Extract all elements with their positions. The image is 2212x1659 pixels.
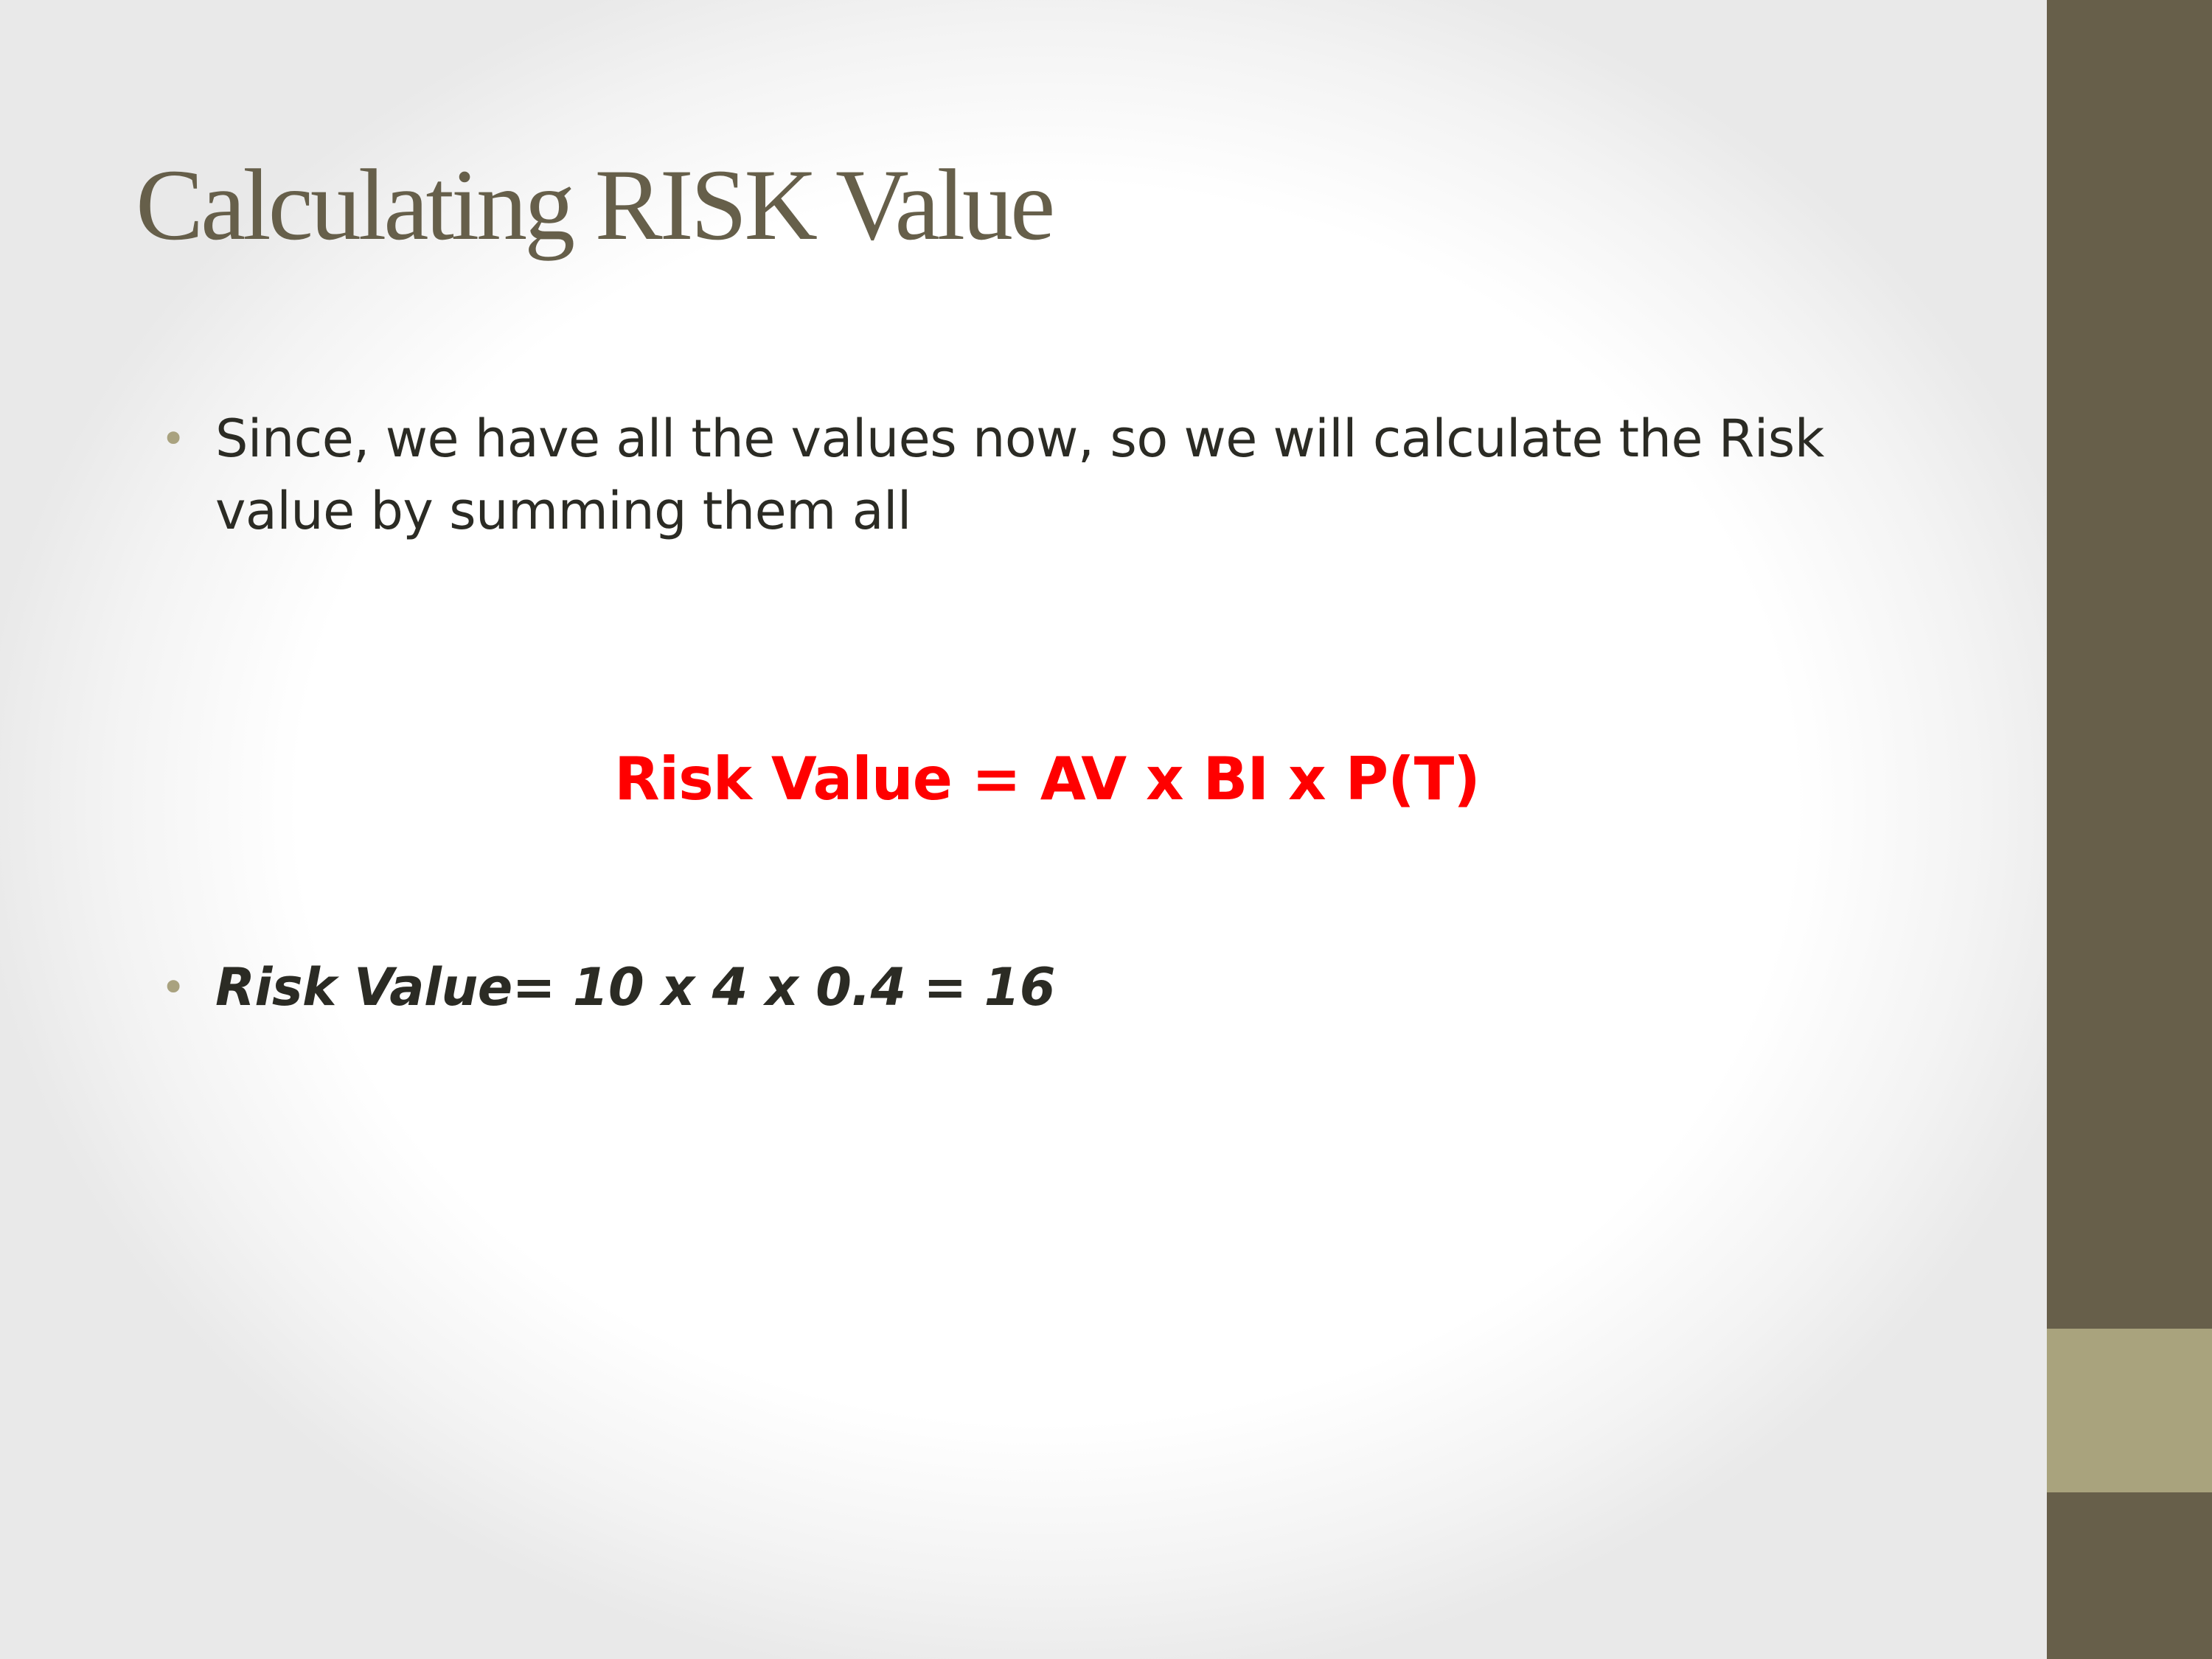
bullet-dot-icon: • bbox=[161, 414, 187, 464]
decorative-sidebar-accent bbox=[2047, 1329, 2212, 1492]
bullet-item: • Since, we have all the values now, so … bbox=[161, 403, 1975, 547]
bullet-item: • Risk Value= 10 x 4 x 0.4 = 16 bbox=[161, 951, 1056, 1023]
bullet-dot-icon: • bbox=[161, 962, 187, 1012]
slide: Calculating RISK Value • Since, we have … bbox=[0, 0, 2212, 1659]
bullet-text: Risk Value= 10 x 4 x 0.4 = 16 bbox=[215, 957, 1056, 1018]
slide-title: Calculating RISK Value bbox=[136, 148, 1055, 261]
bullet-text: Since, we have all the values now, so we… bbox=[215, 408, 1824, 541]
risk-formula: Risk Value = AV x BI x P(T) bbox=[614, 745, 1481, 813]
